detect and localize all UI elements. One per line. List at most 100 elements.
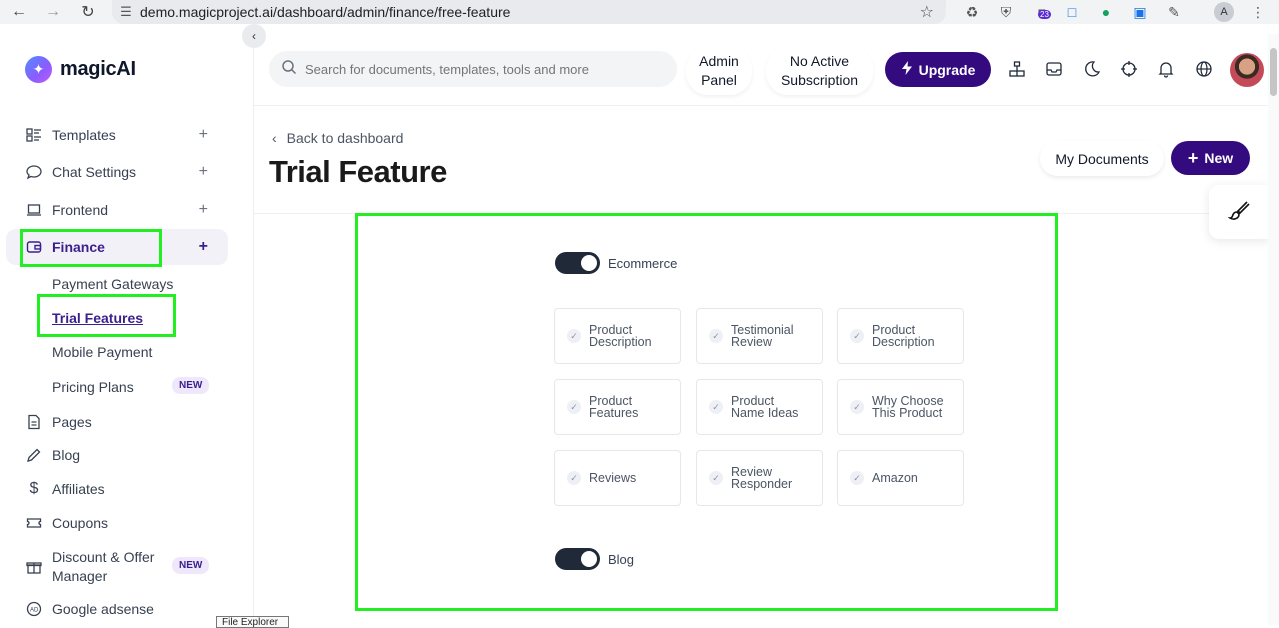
expand-plus-icon[interactable]: + — [199, 163, 208, 181]
extensions-puzzle-icon[interactable]: ✎ — [1164, 2, 1184, 22]
moon-icon[interactable] — [1081, 58, 1103, 80]
search-bar[interactable] — [269, 51, 677, 87]
sidebar-item-templates[interactable]: Templates + — [6, 117, 228, 153]
sidebar-item-frontend[interactable]: Frontend + — [6, 192, 228, 228]
adsense-icon: AD — [24, 601, 44, 617]
my-documents-button[interactable]: My Documents — [1040, 141, 1164, 176]
sidebar-subitem-payment-gateways[interactable]: Payment Gateways — [52, 276, 173, 292]
crosshair-icon[interactable] — [1118, 58, 1140, 80]
sidebar-item-label: Templates — [52, 127, 116, 143]
sidebar-item-label: Pages — [52, 414, 92, 430]
sidebar-subitem-mobile-payment[interactable]: Mobile Payment — [52, 344, 152, 360]
reload-icon[interactable]: ↻ — [77, 1, 99, 23]
sidebar-item-blog[interactable]: Blog — [6, 437, 228, 473]
recycle-extension-icon[interactable]: ♻ — [962, 2, 982, 22]
feature-card[interactable]: ✓ Amazon — [837, 450, 964, 506]
feature-card[interactable]: ✓ Product Description — [837, 308, 964, 364]
admin-panel-button[interactable]: Admin Panel — [686, 47, 752, 95]
check-icon: ✓ — [850, 400, 864, 414]
feature-card[interactable]: ✓ Reviews — [554, 450, 681, 506]
grammarly-extension-icon[interactable]: ● — [1096, 2, 1116, 22]
check-icon: ✓ — [709, 329, 723, 343]
plus-icon: + — [1187, 148, 1199, 168]
pencil-icon — [24, 447, 44, 463]
check-icon: ✓ — [567, 471, 581, 485]
sitemap-icon[interactable] — [1006, 58, 1028, 80]
ecommerce-toggle[interactable] — [555, 252, 600, 274]
sidebar-subitem-pricing-plans[interactable]: Pricing Plans — [52, 379, 134, 395]
new-button[interactable]: + New — [1171, 141, 1250, 175]
svg-text:AD: AD — [30, 608, 39, 614]
profile-avatar[interactable]: A — [1214, 2, 1234, 22]
new-badge: NEW — [172, 377, 210, 394]
admin-panel-label-2: Panel — [701, 72, 737, 88]
shield-extension-icon[interactable]: ⛨ — [996, 2, 1016, 22]
ecommerce-label: Ecommerce — [608, 255, 678, 271]
sidebar-item-label: Google adsense — [52, 601, 154, 617]
subscription-status-button[interactable]: No Active Subscription — [766, 47, 873, 95]
sidebar-item-google-adsense[interactable]: AD Google adsense — [6, 591, 228, 627]
sparkle-logo-icon: ✦ — [25, 56, 52, 83]
expand-plus-icon[interactable]: + — [199, 126, 208, 144]
chevron-left-icon: ‹ — [272, 130, 277, 146]
sidebar-item-label: Frontend — [52, 202, 109, 218]
back-to-dashboard-link[interactable]: ‹ Back to dashboard — [272, 130, 403, 146]
feature-card[interactable]: ✓ Product Features — [554, 379, 681, 435]
user-avatar[interactable] — [1230, 53, 1264, 87]
page-scrollbar[interactable] — [1268, 34, 1279, 625]
new-badge: NEW — [172, 557, 210, 574]
address-bar[interactable]: ☰ demo.magicproject.ai/dashboard/admin/f… — [112, 0, 946, 24]
sidebar-item-pages[interactable]: Pages — [6, 404, 228, 440]
customize-panel-button[interactable] — [1209, 185, 1269, 239]
expand-plus-icon[interactable]: + — [199, 238, 208, 256]
page-icon — [24, 414, 44, 430]
sidebar-item-label: Chat Settings — [52, 164, 137, 180]
sidebar-item-affiliates[interactable]: $ Affiliates — [6, 471, 228, 507]
bookmark-star-icon[interactable]: ☆ — [920, 2, 934, 22]
feature-card-label: Product Name Ideas — [731, 394, 799, 420]
translate-extension-icon[interactable]: □ — [1062, 2, 1082, 22]
chat-bubble-icon — [24, 164, 44, 180]
highlight-trial-features — [37, 294, 176, 337]
taskbar-tooltip: File Explorer — [216, 616, 289, 628]
forward-arrow-icon[interactable]: → — [42, 1, 64, 23]
blog-toggle-row[interactable]: Blog — [555, 548, 634, 570]
ecommerce-toggle-row[interactable]: Ecommerce — [555, 252, 677, 274]
feature-card[interactable]: ✓ Testimonial Review — [696, 308, 823, 364]
upgrade-label: Upgrade — [918, 61, 976, 78]
globe-icon[interactable] — [1193, 58, 1215, 80]
search-input[interactable] — [305, 61, 665, 77]
feature-card[interactable]: ✓ Product Name Ideas — [696, 379, 823, 435]
site-settings-icon[interactable]: ☰ — [112, 4, 140, 20]
sidebar-item-label: Blog — [52, 447, 81, 463]
feature-card[interactable]: ✓ Why Choose This Product — [837, 379, 964, 435]
upgrade-button[interactable]: Upgrade — [885, 52, 991, 87]
logo-text: magicAI — [60, 58, 136, 80]
expand-plus-icon[interactable]: + — [199, 201, 208, 219]
inbox-icon[interactable] — [1043, 58, 1065, 80]
sidebar-item-coupons[interactable]: Coupons — [6, 505, 228, 541]
dollar-icon: $ — [29, 480, 39, 497]
check-icon: ✓ — [850, 329, 864, 343]
bell-icon[interactable] — [1155, 58, 1177, 80]
feature-card[interactable]: ✓ Product Description — [554, 308, 681, 364]
sidebar-item-label: Coupons — [52, 515, 109, 531]
feature-card[interactable]: ✓ Review Responder — [696, 450, 823, 506]
blog-toggle[interactable] — [555, 548, 600, 570]
puzzle-badge-extension-icon[interactable]: 23■ — [1032, 2, 1052, 22]
feature-card-label: Why Choose This Product — [872, 394, 944, 420]
page-title: Trial Feature — [269, 154, 447, 189]
check-icon: ✓ — [850, 471, 864, 485]
feature-card-label: Product Description — [589, 323, 652, 349]
collapse-sidebar-button[interactable]: ‹ — [242, 24, 266, 48]
feature-card-label: Product Features — [589, 394, 639, 420]
back-label: Back to dashboard — [286, 130, 404, 146]
scrollbar-thumb[interactable] — [1270, 48, 1277, 96]
sidebar-item-chat-settings[interactable]: Chat Settings + — [6, 154, 228, 190]
screen-extension-icon[interactable]: ▣ — [1130, 2, 1150, 22]
highlight-finance — [20, 229, 162, 267]
back-arrow-icon[interactable]: ← — [8, 1, 30, 23]
app-logo[interactable]: ✦ magicAI — [25, 56, 136, 83]
blog-label: Blog — [608, 551, 635, 567]
browser-menu-icon[interactable]: ⋮ — [1248, 2, 1268, 22]
